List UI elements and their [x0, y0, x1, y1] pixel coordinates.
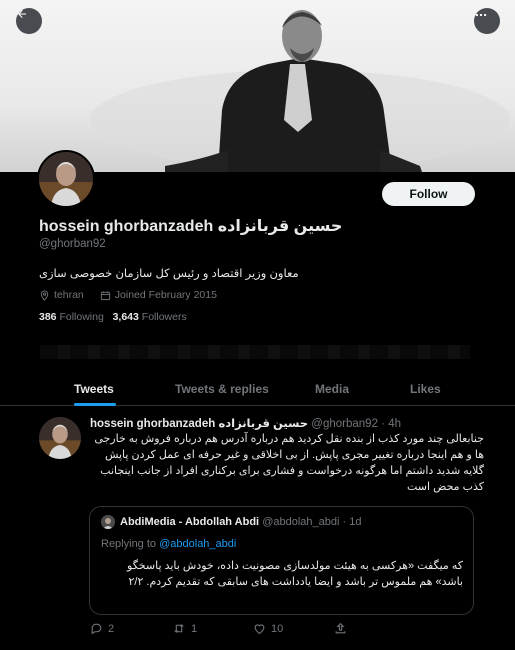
- location-pin-icon: [40, 289, 49, 301]
- banner-photo: [90, 10, 510, 172]
- like-button[interactable]: 10: [253, 622, 283, 635]
- quoted-text: که میگفت «هرکسی به هیئت مولدسازی مصونیت …: [127, 560, 463, 588]
- profile-name: hossein ghorbanzadeh حسین قربانزاده: [39, 218, 343, 235]
- replying-label: Replying to: [101, 538, 157, 550]
- profile-joined: Joined February 2015: [114, 289, 217, 301]
- tweet-avatar-photo: [39, 417, 81, 459]
- profile-tabs: Tweets Tweets & replies Media Likes: [0, 372, 515, 406]
- followers-label: Followers: [141, 311, 187, 323]
- quoted-author-handle: @abdolah_abdi: [262, 516, 340, 528]
- share-icon: [335, 622, 346, 634]
- retweet-count: 1: [191, 622, 198, 635]
- tweet-header: hossein ghorbanzadeh حسین قربانزاده @gho…: [90, 416, 401, 430]
- profile-handle: @ghorban92: [39, 238, 106, 250]
- reply-icon: [91, 623, 102, 635]
- share-button[interactable]: [334, 622, 347, 635]
- profile-bio: معاون وزیر اقتصاد و رئیس کل سازمان خصوصی…: [39, 268, 299, 280]
- quoted-avatar: [101, 515, 115, 529]
- following-link[interactable]: 386 Following: [39, 311, 104, 323]
- profile-avatar[interactable]: [37, 150, 95, 208]
- tab-tweets-replies[interactable]: Tweets & replies: [175, 382, 269, 396]
- calendar-icon: [100, 290, 110, 300]
- followers-count: 3,643: [112, 311, 139, 323]
- quoted-replying-to: Replying to @abdolah_abdi: [101, 538, 236, 550]
- active-tab-indicator: [74, 403, 116, 406]
- tab-media[interactable]: Media: [315, 382, 349, 396]
- replying-mention[interactable]: @abdolah_abdi: [159, 538, 236, 550]
- profile-avatar-photo: [39, 152, 93, 206]
- profile-location: tehran: [54, 289, 84, 301]
- tweet-actions: 2 1 10: [0, 622, 515, 642]
- tab-tweets[interactable]: Tweets: [74, 382, 114, 396]
- quoted-time: · 1d: [342, 516, 362, 528]
- tweet-author-name[interactable]: hossein ghorbanzadeh حسین قربانزاده: [90, 418, 308, 430]
- tweet-author-handle[interactable]: @ghorban92: [311, 418, 378, 430]
- tweet-avatar[interactable]: [39, 417, 81, 459]
- following-count: 386: [39, 311, 57, 323]
- obscured-text-strip: [40, 345, 470, 359]
- quoted-tweet[interactable]: AbdiMedia - Abdollah Abdi @abdolah_abdi …: [89, 506, 474, 615]
- tweet-text: جنابعالی چند مورد کذب از بنده نقل کردید …: [94, 433, 484, 493]
- reply-button[interactable]: 2: [90, 622, 114, 635]
- followers-link[interactable]: 3,643 Followers: [113, 311, 187, 323]
- more-horizontal-icon: [475, 13, 487, 17]
- retweet-icon: [174, 624, 184, 633]
- tweet-time[interactable]: · 4h: [381, 418, 401, 430]
- reply-count: 2: [108, 622, 115, 635]
- follow-button[interactable]: Follow: [382, 182, 475, 206]
- quoted-author-name: AbdiMedia - Abdollah Abdi: [120, 516, 260, 528]
- like-count: 10: [271, 622, 284, 635]
- quoted-avatar-photo: [101, 515, 115, 529]
- profile-banner[interactable]: [0, 0, 515, 172]
- arrow-left-icon: [18, 10, 26, 18]
- profile-stats: 386 Following 3,643 Followers: [39, 311, 187, 323]
- back-button[interactable]: [16, 8, 42, 34]
- heart-icon: [254, 624, 265, 635]
- quoted-header: AbdiMedia - Abdollah Abdi @abdolah_abdi …: [120, 516, 361, 528]
- tab-likes[interactable]: Likes: [410, 382, 441, 396]
- following-label: Following: [59, 311, 104, 323]
- more-options-button[interactable]: [474, 8, 500, 34]
- profile-meta: tehran Joined February 2015: [39, 289, 217, 301]
- retweet-button[interactable]: 1: [172, 622, 197, 635]
